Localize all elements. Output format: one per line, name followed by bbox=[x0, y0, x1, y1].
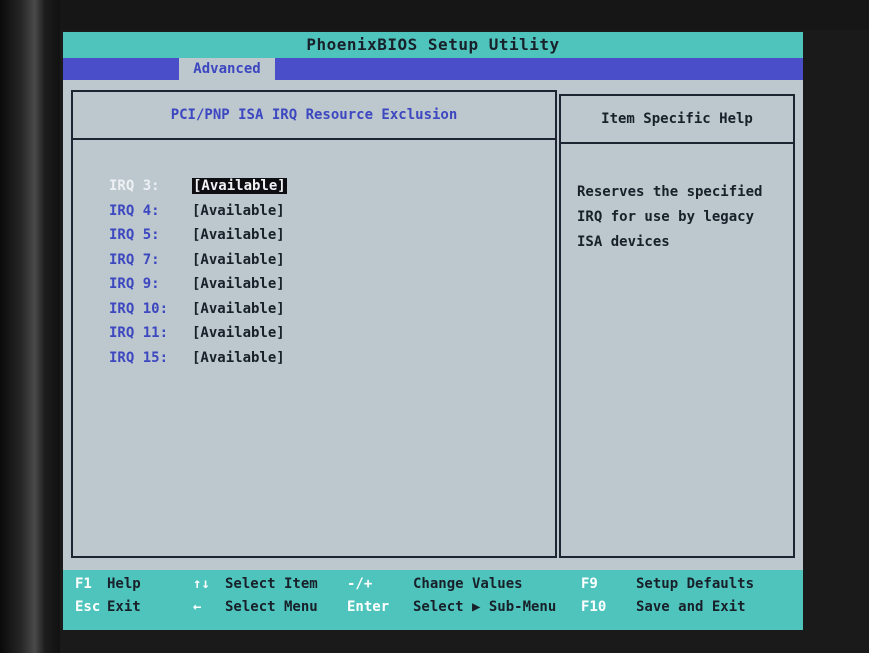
select-item-hint: Select Item bbox=[225, 576, 318, 592]
save-and-exit-hint: Save and Exit bbox=[636, 599, 746, 615]
irq-list: IRQ 3: [Available] IRQ 4: [Available] IR… bbox=[109, 174, 287, 370]
help-line: IRQ for use by legacy bbox=[577, 209, 755, 225]
irq-value-selector[interactable]: [Available] bbox=[192, 227, 285, 243]
f1-key: F1 bbox=[75, 576, 92, 592]
bios-screen: PhoenixBIOS Setup Utility Advanced PCI/P… bbox=[63, 32, 803, 630]
irq-row-5[interactable]: IRQ 5: [Available] bbox=[109, 223, 287, 248]
enter-key: Enter bbox=[347, 599, 390, 615]
f9-key: F9 bbox=[581, 576, 598, 592]
irq-row-7[interactable]: IRQ 7: [Available] bbox=[109, 248, 287, 273]
irq-row-3[interactable]: IRQ 3: [Available] bbox=[109, 174, 287, 199]
irq-value-selector[interactable]: [Available] bbox=[192, 276, 285, 292]
irq-label: IRQ 10: bbox=[109, 300, 169, 317]
irq-value-selector[interactable]: [Available] bbox=[192, 252, 285, 268]
irq-label: IRQ 7: bbox=[109, 251, 160, 268]
change-values-hint: Change Values bbox=[413, 576, 523, 592]
left-right-arrows-icon: ← bbox=[193, 599, 202, 615]
irq-row-15[interactable]: IRQ 15: [Available] bbox=[109, 346, 287, 371]
help-panel: Item Specific Help Reserves the specifie… bbox=[559, 94, 795, 558]
help-line: Reserves the specified bbox=[577, 184, 763, 200]
irq-value-selector[interactable]: [Available] bbox=[192, 203, 285, 219]
irq-value-selector[interactable]: [Available] bbox=[192, 178, 287, 195]
irq-row-10[interactable]: IRQ 10: [Available] bbox=[109, 297, 287, 322]
main-panel-heading: PCI/PNP ISA IRQ Resource Exclusion bbox=[73, 92, 555, 140]
irq-label: IRQ 3: bbox=[109, 178, 160, 195]
exit-hint: Exit bbox=[107, 599, 141, 615]
monitor-bezel-left bbox=[0, 0, 60, 653]
irq-label: IRQ 15: bbox=[109, 349, 169, 366]
minus-plus-key: -/+ bbox=[347, 576, 373, 592]
monitor-bezel-top bbox=[0, 0, 869, 30]
irq-label: IRQ 5: bbox=[109, 227, 160, 244]
irq-value-selector[interactable]: [Available] bbox=[192, 301, 285, 317]
select-submenu-hint: Select ▶ Sub-Menu bbox=[413, 599, 557, 615]
irq-value-selector[interactable]: [Available] bbox=[192, 325, 285, 341]
f10-key: F10 bbox=[581, 599, 607, 615]
irq-label: IRQ 4: bbox=[109, 202, 160, 219]
irq-row-9[interactable]: IRQ 9: [Available] bbox=[109, 272, 287, 297]
select-menu-hint: Select Menu bbox=[225, 599, 318, 615]
up-down-arrows-icon: ↑↓ bbox=[193, 576, 210, 592]
irq-row-11[interactable]: IRQ 11: [Available] bbox=[109, 321, 287, 346]
setup-defaults-hint: Setup Defaults bbox=[636, 576, 755, 592]
irq-label: IRQ 9: bbox=[109, 276, 160, 293]
help-line: ISA devices bbox=[577, 234, 670, 250]
tab-advanced[interactable]: Advanced bbox=[179, 58, 275, 80]
main-panel: PCI/PNP ISA IRQ Resource Exclusion IRQ 3… bbox=[71, 90, 557, 558]
key-legend-bar: F1 Help ↑↓ Select Item -/+ Change Values… bbox=[63, 570, 803, 630]
title-bar: PhoenixBIOS Setup Utility bbox=[63, 32, 803, 58]
help-text: Reserves the specified IRQ for use by le… bbox=[577, 180, 787, 255]
menu-bar: Advanced bbox=[63, 58, 803, 80]
irq-row-4[interactable]: IRQ 4: [Available] bbox=[109, 199, 287, 224]
help-hint: Help bbox=[107, 576, 141, 592]
esc-key: Esc bbox=[75, 599, 101, 615]
irq-value-selector[interactable]: [Available] bbox=[192, 350, 285, 366]
irq-label: IRQ 11: bbox=[109, 325, 169, 342]
help-panel-heading: Item Specific Help bbox=[561, 96, 793, 144]
